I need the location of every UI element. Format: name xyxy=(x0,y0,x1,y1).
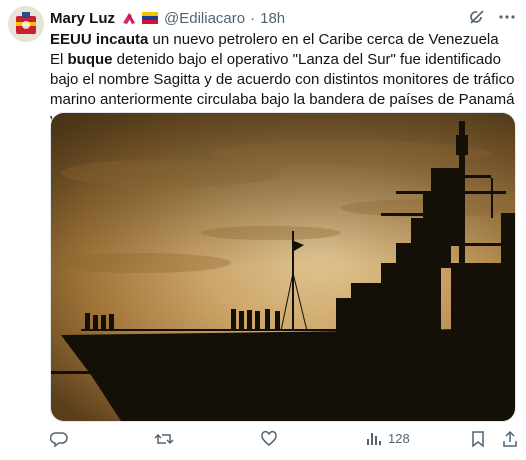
action-bar: 128 xyxy=(50,430,520,452)
tweet-bold-1: EEUU incauta xyxy=(50,31,149,48)
avatar[interactable] xyxy=(8,6,44,42)
grok-icon[interactable] xyxy=(468,8,486,26)
share-icon xyxy=(502,430,518,448)
views-icon xyxy=(366,430,382,446)
tweet-text-1: un nuevo petrolero en el Caribe cerca de… xyxy=(148,31,499,48)
tweet-line-1: EEUU incauta un nuevo petrolero en el Ca… xyxy=(50,30,520,50)
separator-dot: · xyxy=(250,9,256,27)
tweet-header: Mary Luz @Ediliacaro · 18h xyxy=(50,8,516,28)
timestamp[interactable]: 18h xyxy=(260,10,285,27)
views-button[interactable]: 128 xyxy=(366,430,410,446)
retweet-icon xyxy=(154,430,174,448)
tweet-bold-2: buque xyxy=(67,51,113,68)
share-button[interactable] xyxy=(502,430,518,448)
more-icon[interactable] xyxy=(498,8,516,26)
retweet-button[interactable] xyxy=(154,430,174,448)
like-icon xyxy=(260,430,278,448)
venezuela-flag-icon xyxy=(142,12,159,24)
reply-button[interactable] xyxy=(50,430,68,448)
tweet-image[interactable] xyxy=(50,112,516,422)
author-name[interactable]: Mary Luz xyxy=(50,10,115,27)
ribbon-icon xyxy=(121,11,139,25)
views-count: 128 xyxy=(388,430,410,446)
bookmark-icon xyxy=(470,430,486,448)
bookmark-button[interactable] xyxy=(470,430,486,448)
like-button[interactable] xyxy=(260,430,278,448)
tweet-text-2a: El xyxy=(50,51,68,68)
author-handle[interactable]: @Ediliacaro xyxy=(164,10,245,27)
reply-icon xyxy=(50,430,68,448)
